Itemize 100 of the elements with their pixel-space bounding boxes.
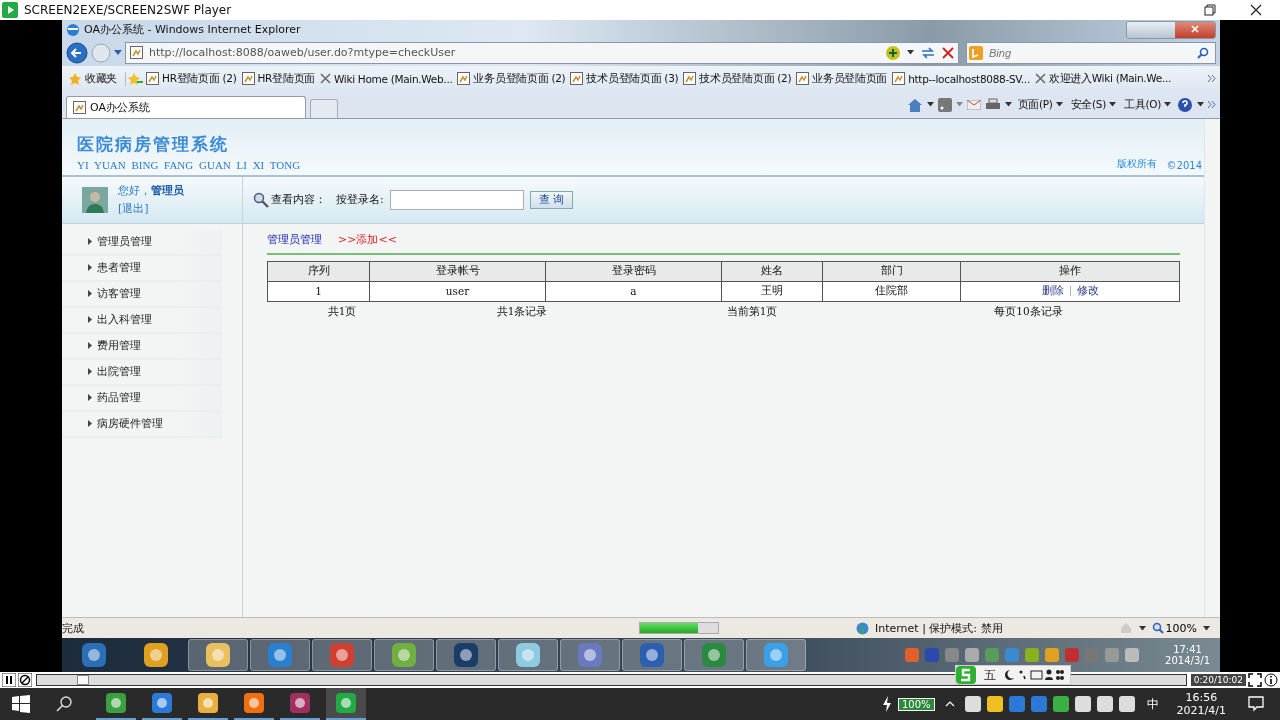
column-header: 登录密码 [545, 261, 722, 282]
status-text: 完成 [62, 620, 84, 636]
menu-item[interactable]: 访客管理 [62, 281, 222, 308]
tray-icon[interactable] [1074, 696, 1091, 712]
address-text: http://localhost:8088/oaweb/user.do?mtype=checkUser [149, 46, 456, 60]
favorite-link[interactable]: 欢迎进入Wiki (Main.We... [1032, 71, 1174, 86]
add-favorite-icon[interactable] [127, 71, 144, 86]
clock-date: 2014/3/1 [1165, 655, 1210, 666]
favorite-link[interactable]: HR登陆页面 [239, 71, 317, 86]
favorite-link[interactable]: 业务员登陆页面 (2) [455, 71, 568, 86]
caret-icon [1055, 102, 1063, 108]
mail-icon[interactable] [966, 99, 981, 110]
command-menu[interactable]: 工具(O) [1122, 97, 1173, 112]
pause-icon[interactable] [2, 673, 16, 687]
fullscreen-icon[interactable] [1248, 673, 1262, 687]
add-link[interactable]: >>添加<< [338, 231, 397, 247]
logout-link[interactable]: [退出] [118, 201, 184, 217]
avatar-icon [82, 186, 108, 213]
favorite-link[interactable]: http--localhost8088-SV... [890, 72, 1032, 86]
windows-start-icon[interactable] [12, 695, 30, 713]
favorites-button[interactable]: 收藏夹 [66, 71, 127, 86]
search-field[interactable]: Bing [966, 41, 1216, 64]
page-icon [683, 72, 697, 86]
page-icon [73, 100, 86, 114]
window-controls-icon[interactable] [1126, 20, 1216, 39]
globe-icon [855, 621, 869, 635]
menu-item[interactable]: 费用管理 [62, 333, 222, 360]
menu-item[interactable]: 病房硬件管理 [62, 411, 222, 438]
command-menu[interactable]: 页面(P) [1015, 97, 1065, 112]
search-input[interactable]: Bing [987, 45, 1193, 60]
seek-thumb[interactable] [77, 675, 90, 685]
restore-icon[interactable] [1204, 4, 1216, 16]
login-name-field[interactable] [389, 189, 524, 210]
print-icon[interactable] [984, 97, 1001, 112]
info-icon[interactable] [1264, 673, 1278, 687]
chevron-icon[interactable] [1208, 75, 1216, 83]
search-icon[interactable] [1197, 46, 1209, 59]
show-hidden-icon[interactable] [944, 701, 955, 707]
clock-time: 17:41 [1173, 644, 1202, 655]
edit-link[interactable]: 修改 [1076, 284, 1099, 297]
tray-icon[interactable] [1118, 696, 1135, 712]
favorite-link[interactable]: HR登陆页面 (2) [144, 71, 239, 86]
feed-icon[interactable] [937, 97, 952, 112]
tray-icon[interactable] [1052, 696, 1069, 712]
caret-icon[interactable] [1197, 102, 1204, 108]
favorite-link[interactable]: 业务员登陆页面 [794, 71, 890, 86]
tray-icon[interactable] [964, 696, 981, 712]
caret-icon[interactable] [907, 50, 914, 56]
caret-icon[interactable] [926, 102, 934, 108]
refresh-icon[interactable] [920, 45, 936, 60]
menu-item[interactable]: 出入科管理 [62, 307, 222, 334]
chevron-icon[interactable] [1208, 101, 1216, 109]
caret-icon[interactable] [1138, 625, 1146, 631]
help-icon[interactable] [1177, 96, 1193, 113]
query-button[interactable]: 查 询 [529, 190, 574, 209]
breadcrumb-link[interactable]: 管理员管理 [267, 231, 322, 247]
compatibility-icon[interactable] [885, 44, 901, 61]
back-icon[interactable] [66, 41, 88, 64]
tray-icon[interactable] [1096, 696, 1113, 712]
ime-tools-icon [1004, 668, 1064, 682]
menu-item[interactable]: 药品管理 [62, 385, 222, 412]
notification-icon[interactable] [1248, 696, 1264, 712]
window-title: SCREEN2EXE/SCREEN2SWF Player [24, 3, 232, 17]
pager-text: 共1条记录 [495, 304, 549, 319]
tray-icon[interactable] [986, 696, 1003, 712]
zoom-icon [1151, 622, 1164, 635]
menu-item[interactable]: 出院管理 [62, 359, 222, 386]
menu-item[interactable]: 患者管理 [62, 255, 222, 282]
bullet-icon [88, 394, 92, 402]
address-field[interactable]: http://localhost:8088/oaweb/user.do?mtype=checkUser [125, 41, 959, 64]
page-icon [146, 72, 160, 86]
page-icon [892, 72, 906, 86]
close-icon[interactable] [1250, 4, 1262, 16]
zoom-button[interactable]: 100% [1151, 621, 1197, 635]
favorite-link[interactable]: 技术员登陆页面 (2) [681, 71, 794, 86]
column-header: 部门 [822, 261, 961, 282]
ime-bar[interactable]: 五 [955, 665, 1071, 685]
taskbar-button[interactable] [326, 688, 366, 720]
ime-indicator[interactable]: 中 [1146, 695, 1159, 713]
stop-icon[interactable] [18, 673, 32, 687]
bing-icon [969, 45, 983, 60]
browser-tab[interactable]: OA办公系统 [66, 95, 306, 118]
site-subtitle: YI YUAN BING FANG GUAN LI XI TONG [77, 158, 301, 171]
menu-item[interactable]: 管理员管理 [62, 229, 222, 256]
command-menu[interactable]: 安全(S) [1068, 97, 1119, 112]
column-header: 登录帐号 [369, 261, 546, 282]
page-icon [241, 72, 255, 86]
favorite-link[interactable]: Wiki Home (Main.Web... [317, 72, 455, 85]
column-header: 姓名 [721, 261, 823, 282]
delete-link[interactable]: 删除 [1041, 284, 1064, 297]
caret-icon[interactable] [1203, 625, 1210, 631]
zone-text: Internet | 保护模式: 禁用 [874, 620, 1003, 636]
battery-indicator[interactable]: 100% [898, 697, 935, 711]
caret-icon[interactable] [1004, 102, 1012, 108]
charging-icon [882, 696, 892, 712]
field-label: 按登录名: [336, 192, 384, 208]
greeting-text: 您好， [118, 184, 151, 198]
search-icon[interactable] [56, 696, 72, 712]
favorite-link[interactable]: 技术员登陆页面 (3) [568, 71, 681, 86]
caret-icon [1164, 102, 1171, 108]
